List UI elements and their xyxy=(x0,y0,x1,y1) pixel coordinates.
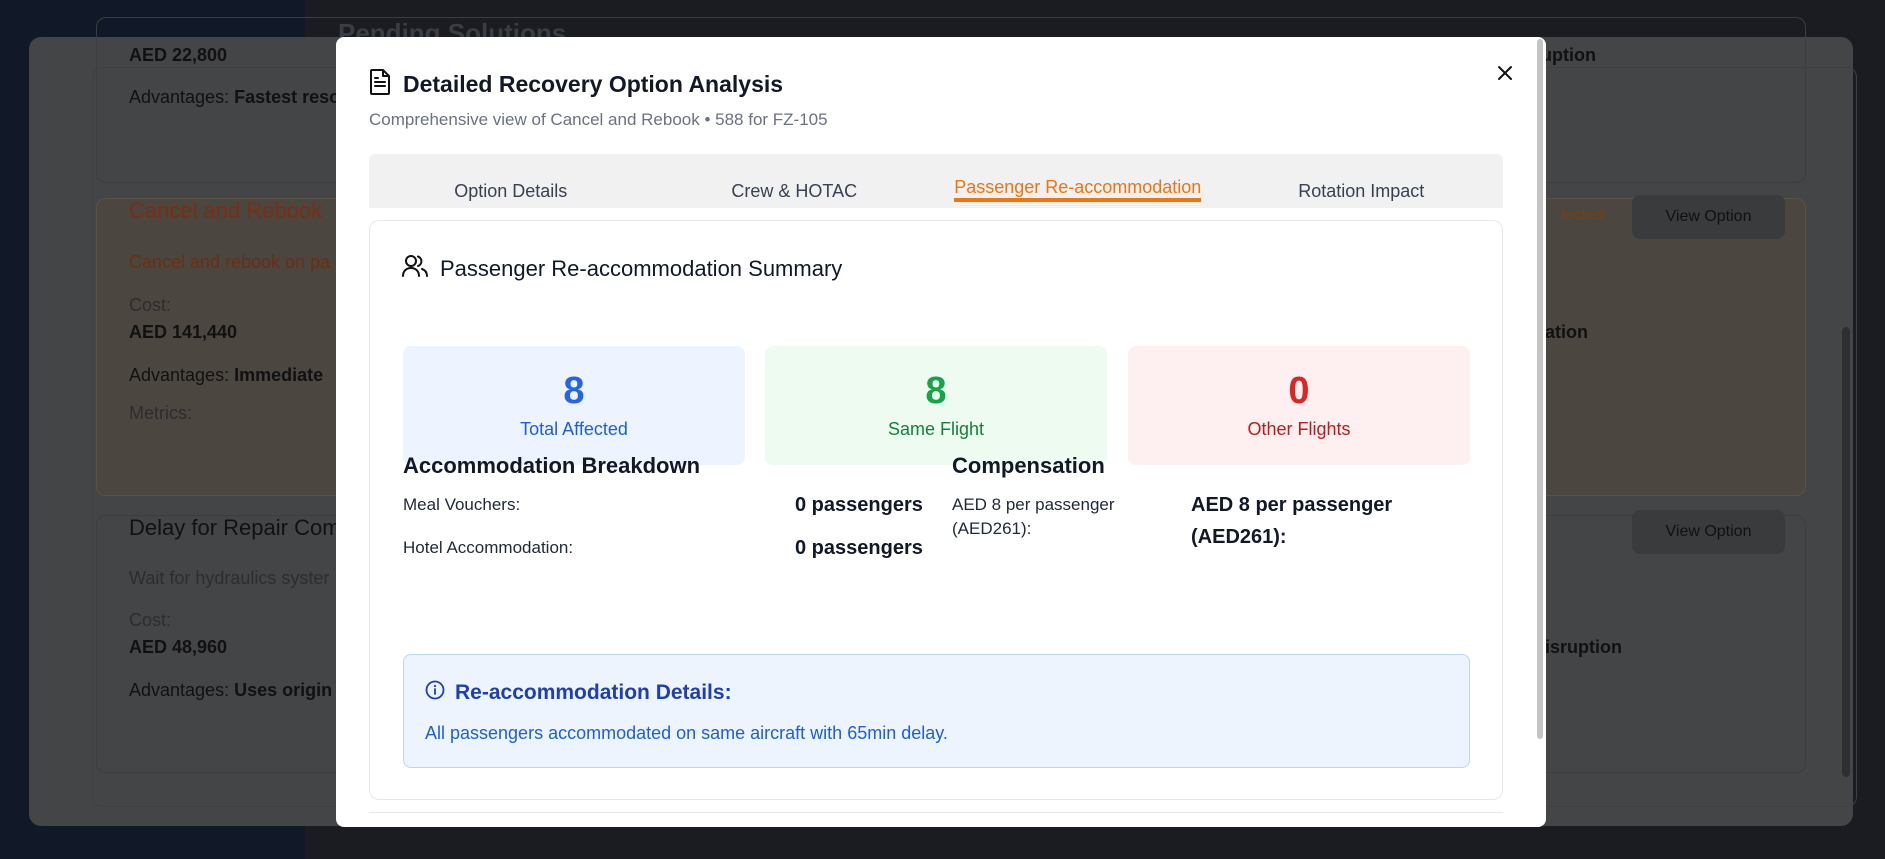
hotel-accommodation-label: Hotel Accommodation: xyxy=(403,538,574,557)
card2-right-text: lation xyxy=(1540,322,1588,342)
stat-other-flights: 0 Other Flights xyxy=(1128,346,1470,465)
tab-option-details[interactable]: Option Details xyxy=(369,154,653,208)
stat-same-flight-label: Same Flight xyxy=(887,418,985,439)
card3-right-text: disruption xyxy=(1534,637,1622,657)
modal-header: Detailed Recovery Option Analysis Compre… xyxy=(369,69,828,130)
card2-advantages-label: Advantages: xyxy=(129,365,230,385)
card3-advantages: Advantages: Uses origin xyxy=(129,680,332,701)
card1-advantages-label: Advantages: xyxy=(129,87,230,107)
card3-cost: AED 48,960 xyxy=(129,637,228,657)
details-title: Re-accommodation Details: xyxy=(455,680,732,704)
stat-total-affected-value: 8 xyxy=(563,370,585,413)
card2-selected-badge: lected xyxy=(1561,207,1604,224)
card3-desc: Wait for hydraulics syster xyxy=(129,568,330,588)
card2-desc: Cancel and rebook on pa xyxy=(129,252,331,272)
stat-other-flights-value: 0 xyxy=(1288,370,1310,413)
card3-title: Delay for Repair Com xyxy=(129,515,341,540)
stat-total-affected: 8 Total Affected xyxy=(403,346,745,465)
meal-vouchers-value: 0 passengers xyxy=(795,494,923,516)
info-icon xyxy=(425,680,445,705)
document-icon xyxy=(369,69,391,100)
compensation-label: AED 8 per passenger (AED261): xyxy=(952,495,1115,538)
card2-title: Cancel and Rebook xyxy=(129,198,323,223)
card3-advantages-label: Advantages: xyxy=(129,680,230,700)
meal-vouchers-label: Meal Vouchers: xyxy=(403,495,521,514)
breakdown-title: Accommodation Breakdown xyxy=(403,453,701,478)
close-icon xyxy=(1498,66,1512,80)
hotel-accommodation-value: 0 passengers xyxy=(795,537,923,559)
tab-crew-hotac-label: Crew & HOTAC xyxy=(731,181,858,201)
tab-rotation-impact-label: Rotation Impact xyxy=(1298,181,1425,201)
users-icon xyxy=(402,254,428,283)
card3-cost-label: Cost: xyxy=(129,610,172,630)
summary-title: Passenger Re-accommodation Summary xyxy=(440,255,843,281)
close-button[interactable] xyxy=(1491,59,1519,87)
card2-metrics-label: Metrics: xyxy=(129,403,192,423)
details-text: All passengers accommodated on same airc… xyxy=(425,723,948,743)
stat-same-flight-value: 8 xyxy=(925,370,947,413)
card1-advantages-value: Fastest reso xyxy=(234,87,341,107)
compensation-value: AED 8 per passenger (AED261): xyxy=(1191,494,1393,548)
card1-advantages: Advantages: Fastest reso xyxy=(129,87,340,108)
card2-view-option-button[interactable]: View Option xyxy=(1632,195,1785,239)
modal-subtitle: Comprehensive view of Cancel and Rebook … xyxy=(369,110,828,129)
stat-total-affected-label: Total Affected xyxy=(520,418,628,439)
card3-view-option-button[interactable]: View Option xyxy=(1632,510,1785,554)
tab-list: Option Details Crew & HOTAC Passenger Re… xyxy=(369,154,1503,208)
tab-option-details-label: Option Details xyxy=(454,181,568,201)
modal-title: Detailed Recovery Option Analysis xyxy=(403,71,784,97)
card2-advantages: Advantages: Immediate xyxy=(129,365,323,386)
card2-advantages-value: Immediate xyxy=(234,365,324,385)
modal-footer-divider xyxy=(369,812,1503,813)
tab-rotation-impact[interactable]: Rotation Impact xyxy=(1220,154,1504,208)
card1-cost: AED 22,800 xyxy=(129,45,228,65)
tab-passenger-reaccommodation-label: Passenger Re-accommodation xyxy=(954,177,1202,202)
background-scrollbar[interactable] xyxy=(1842,327,1850,777)
card3-advantages-value: Uses origin xyxy=(234,680,333,700)
tab-passenger-reaccommodation[interactable]: Passenger Re-accommodation xyxy=(936,154,1220,208)
passenger-summary-card: Passenger Re-accommodation Summary 8 Tot… xyxy=(369,220,1503,800)
compensation-title: Compensation xyxy=(952,453,1105,478)
stat-other-flights-label: Other Flights xyxy=(1247,418,1351,439)
modal-scrollbar[interactable] xyxy=(1537,39,1543,739)
card2-cost: AED 141,440 xyxy=(129,322,238,342)
recovery-option-modal: Detailed Recovery Option Analysis Compre… xyxy=(336,37,1546,827)
card2-cost-label: Cost: xyxy=(129,295,172,315)
stat-same-flight: 8 Same Flight xyxy=(765,346,1107,465)
reaccommodation-details-box: Re-accommodation Details: All passengers… xyxy=(403,654,1470,768)
tab-crew-hotac[interactable]: Crew & HOTAC xyxy=(653,154,937,208)
